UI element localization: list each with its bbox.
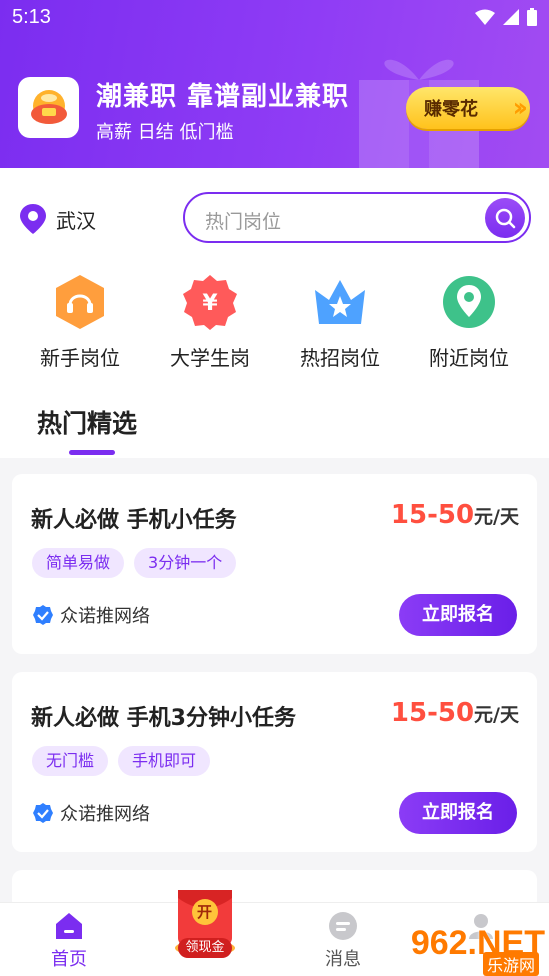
red-packet-open: 开	[197, 903, 213, 921]
red-packet-button[interactable]: 开 领现金	[170, 888, 240, 958]
watermark-sub: 乐游网	[482, 952, 539, 976]
location-selector[interactable]: 武汉	[20, 204, 96, 234]
job-tag: 无门槛	[32, 746, 109, 776]
job-card[interactable]: 新人必做 手机3分钟小任务 15-50元/天 无门槛 手机即可 众诺推网络 立即…	[12, 672, 537, 852]
headset-icon	[50, 272, 110, 332]
red-packet-label: 领现金	[178, 938, 232, 958]
treasure-pot-icon	[30, 89, 67, 124]
salary-unit: 元/天	[474, 704, 519, 726]
job-tags: 无门槛 手机即可	[32, 746, 211, 776]
app-header: 5:13 潮兼职 靠谱副业兼职 高薪 日结 低门槛 赚零花 ››	[0, 0, 549, 168]
job-title: 新人必做 手机小任务	[31, 508, 237, 533]
category-label: 大学生岗	[170, 346, 250, 370]
tab-label: 首页	[51, 949, 87, 970]
category-label: 热招岗位	[300, 346, 380, 370]
home-icon	[56, 913, 82, 939]
search-placeholder: 热门岗位	[205, 211, 282, 233]
location-pin-icon	[20, 204, 46, 234]
verified-icon	[33, 803, 53, 823]
search-input[interactable]: 热门岗位	[183, 192, 531, 243]
city-label: 武汉	[56, 208, 96, 233]
category-newbie[interactable]: 新手岗位	[25, 272, 135, 371]
app-title: 潮兼职 靠谱副业兼职	[96, 82, 350, 112]
category-student[interactable]: ¥ 大学生岗	[155, 272, 265, 371]
company-info: 众诺推网络	[32, 602, 150, 628]
job-tag: 简单易做	[32, 548, 125, 578]
category-hot-hiring[interactable]: 热招岗位	[285, 272, 395, 371]
message-icon	[329, 912, 357, 940]
search-icon	[495, 208, 516, 229]
tab-label: 消息	[325, 949, 361, 970]
job-tags: 简单易做 3分钟一个	[32, 548, 237, 578]
job-tag: 3分钟一个	[134, 548, 237, 578]
category-label: 附近岗位	[429, 346, 509, 370]
tab-home[interactable]: 首页	[14, 903, 124, 976]
apply-button[interactable]: 立即报名	[399, 594, 517, 636]
salary-unit: 元/天	[474, 506, 519, 528]
wifi-icon	[475, 9, 495, 25]
job-tag: 手机即可	[118, 746, 211, 776]
job-salary: 15-50元/天	[391, 500, 519, 530]
search-button[interactable]	[485, 198, 525, 238]
status-bar: 5:13	[0, 0, 549, 36]
job-card[interactable]: 新人必做 手机小任务 15-50元/天 简单易做 3分钟一个 众诺推网络 立即报…	[12, 474, 537, 654]
yuan-badge-icon: ¥	[180, 272, 240, 332]
system-icons	[475, 8, 537, 26]
svg-text:¥: ¥	[202, 291, 218, 316]
battery-icon	[527, 8, 537, 26]
verified-icon	[33, 605, 53, 625]
section-title: 热门精选	[37, 409, 138, 438]
salary-range: 15-50	[390, 698, 475, 728]
app-logo	[18, 77, 79, 138]
status-time: 5:13	[12, 6, 51, 28]
category-grid: 新手岗位 ¥ 大学生岗 热招岗位 附近岗位	[0, 272, 549, 382]
earn-button-label: 赚零花	[424, 99, 478, 120]
job-title: 新人必做 手机3分钟小任务	[31, 706, 296, 731]
category-label: 新手岗位	[40, 346, 120, 370]
app-subtitle: 高薪 日结 低门槛	[96, 122, 234, 143]
company-info: 众诺推网络	[32, 800, 150, 826]
signal-icon	[503, 9, 519, 25]
double-chevron-icon: ››	[512, 93, 529, 123]
category-nearby[interactable]: 附近岗位	[414, 272, 524, 371]
job-salary: 15-50元/天	[391, 698, 519, 728]
crown-icon	[310, 272, 370, 332]
company-name: 众诺推网络	[60, 606, 150, 627]
apply-button[interactable]: 立即报名	[399, 792, 517, 834]
earn-pocket-money-button[interactable]: 赚零花 ››	[406, 87, 530, 129]
section-underline	[69, 450, 115, 455]
company-name: 众诺推网络	[60, 804, 150, 825]
main-panel: 武汉 热门岗位 新手岗位 ¥ 大学生岗 热招岗位 附近岗位 热门精选	[0, 168, 549, 458]
salary-range: 15-50	[390, 500, 475, 530]
tab-messages[interactable]: 消息	[288, 903, 398, 976]
map-pin-icon	[439, 272, 499, 332]
